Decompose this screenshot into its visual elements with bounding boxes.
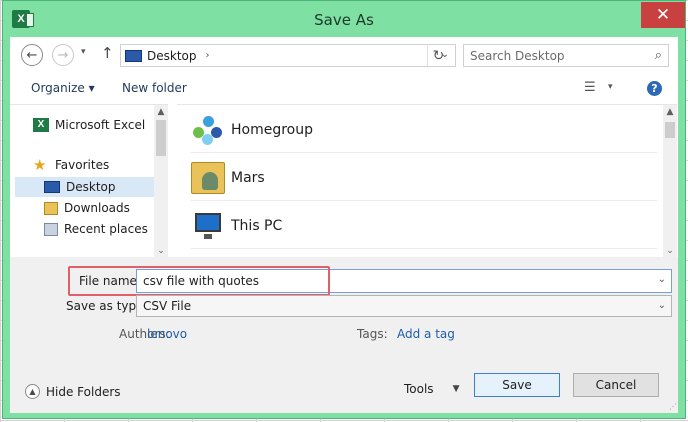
nav-scrollbar[interactable]: ▲ ⌄ — [154, 105, 168, 258]
star-icon: ★ — [33, 156, 47, 174]
file-list-scrollbar[interactable]: ▲ ⌄ — [663, 105, 677, 258]
file-name-input[interactable]: csv file with quotes ⌄ — [136, 269, 672, 293]
navigation-pane: X Microsoft Excel ★ Favorites Desktop Do… — [10, 104, 168, 258]
save-type-value: CSV File — [143, 299, 192, 313]
dialog-title: Save As — [314, 11, 374, 29]
save-as-dialog: X Save As ✕ ← → ▾ ↑ Desktop › ⌄ ↻ Search… — [2, 0, 686, 419]
file-name: This PC — [231, 217, 283, 234]
help-icon[interactable]: ? — [647, 81, 662, 96]
view-options-icon[interactable]: ☰ — [584, 80, 596, 95]
list-item-homegroup[interactable]: Homegroup — [191, 107, 657, 153]
nav-item-desktop[interactable]: Desktop — [15, 177, 154, 197]
recent-places-icon — [44, 222, 58, 236]
tools-dropdown[interactable]: Tools ▼ — [404, 378, 459, 400]
nav-item-label: Favorites — [55, 158, 110, 172]
chevron-down-icon[interactable]: ⌄ — [658, 274, 666, 285]
hide-folders-label: Hide Folders — [46, 384, 121, 399]
scroll-up-icon[interactable]: ▲ — [663, 107, 677, 117]
command-bar: Organize ▾ New folder ☰ ▾ ? — [10, 73, 678, 103]
nav-item-label: Desktop — [66, 180, 116, 194]
nav-item-label: Recent places — [64, 222, 148, 236]
scroll-down-icon[interactable]: ⌄ — [154, 246, 168, 256]
list-item-this-pc[interactable]: This PC — [191, 203, 657, 249]
address-location[interactable]: Desktop — [147, 49, 197, 63]
tools-label: Tools — [404, 382, 434, 396]
nav-item-downloads[interactable]: Downloads — [10, 198, 154, 218]
nav-scroll-thumb[interactable] — [156, 120, 166, 156]
chevron-up-icon: ▲ — [25, 384, 40, 399]
nav-item-recent-places[interactable]: Recent places — [10, 219, 154, 239]
search-icon: ⌕ — [654, 48, 662, 63]
dialog-body: ← → ▾ ↑ Desktop › ⌄ ↻ Search Desktop ⌕ O… — [10, 37, 678, 413]
scroll-down-icon[interactable]: ⌄ — [663, 246, 677, 256]
resize-grip-icon[interactable]: ⋰ — [669, 402, 677, 411]
refresh-button[interactable]: ↻ — [427, 44, 449, 67]
file-name-value[interactable]: csv file with quotes — [143, 274, 259, 288]
hide-folders-button[interactable]: ▲ Hide Folders — [25, 384, 121, 399]
chevron-down-icon[interactable]: ⌄ — [658, 300, 666, 311]
arrow-right-icon: → — [57, 47, 69, 63]
address-bar[interactable]: Desktop › ⌄ — [120, 44, 456, 67]
file-scroll-thumb[interactable] — [665, 122, 675, 138]
file-name: Homegroup — [231, 121, 314, 138]
new-folder-button[interactable]: New folder — [122, 81, 187, 95]
up-button[interactable]: ↑ — [101, 44, 114, 62]
view-dropdown-icon[interactable]: ▾ — [608, 82, 613, 92]
excel-icon: X — [33, 118, 49, 132]
desktop-icon — [125, 49, 142, 62]
organize-button[interactable]: Organize ▾ — [31, 81, 95, 95]
computer-icon — [191, 210, 225, 242]
desktop-icon — [44, 181, 60, 193]
search-input[interactable]: Search Desktop ⌕ — [463, 44, 669, 67]
save-options-panel: File name: csv file with quotes ⌄ Save a… — [10, 257, 678, 413]
authors-value[interactable]: lenovo — [147, 327, 187, 341]
forward-button[interactable]: → — [52, 44, 74, 66]
file-list: Homegroup Mars This PC ▲ ⌄ — [177, 104, 677, 258]
search-placeholder: Search Desktop — [470, 48, 565, 63]
add-tag-link[interactable]: Add a tag — [397, 327, 455, 341]
close-button[interactable]: ✕ — [641, 2, 685, 28]
cancel-button[interactable]: Cancel — [573, 373, 659, 397]
nav-item-microsoft-excel[interactable]: X Microsoft Excel — [10, 115, 154, 135]
refresh-icon: ↻ — [432, 47, 445, 64]
file-name: Mars — [231, 169, 265, 186]
arrow-left-icon: ← — [26, 47, 38, 63]
nav-item-favorites[interactable]: ★ Favorites — [10, 155, 154, 175]
save-button[interactable]: Save — [474, 373, 560, 397]
downloads-icon — [44, 201, 58, 215]
save-type-select[interactable]: CSV File ⌄ — [136, 295, 672, 317]
arrow-up-icon: ↑ — [101, 44, 114, 62]
nav-item-label: Microsoft Excel — [55, 118, 146, 132]
chevron-right-icon[interactable]: › — [206, 50, 210, 61]
scroll-up-icon[interactable]: ▲ — [154, 107, 168, 117]
user-folder-icon — [191, 161, 225, 194]
back-button[interactable]: ← — [21, 44, 43, 66]
recent-locations-dropdown[interactable]: ▾ — [81, 47, 86, 57]
title-bar[interactable]: X Save As ✕ — [3, 1, 685, 37]
nav-item-label: Downloads — [64, 201, 130, 215]
tags-label: Tags: — [357, 327, 388, 341]
list-item-mars[interactable]: Mars — [191, 155, 657, 201]
file-name-label: File name: — [79, 274, 141, 288]
address-row: ← → ▾ ↑ Desktop › ⌄ ↻ Search Desktop ⌕ — [10, 37, 678, 73]
dropdown-arrow-icon: ▼ — [452, 384, 460, 394]
homegroup-icon — [191, 114, 225, 146]
